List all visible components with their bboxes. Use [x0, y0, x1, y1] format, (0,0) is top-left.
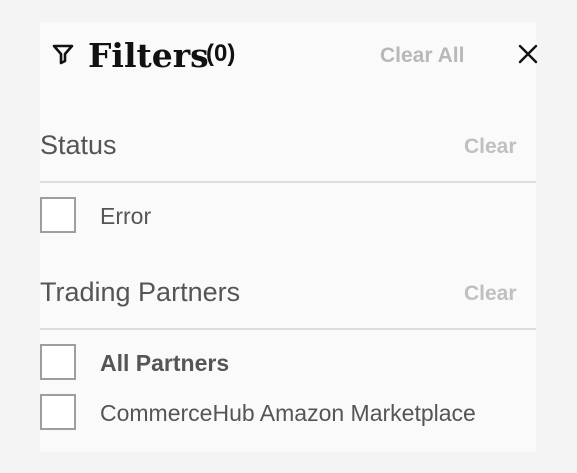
- clear-all-button[interactable]: Clear All: [380, 42, 464, 70]
- option-label-commercehub-amazon-marketplace: CommerceHub Amazon Marketplace: [100, 400, 476, 426]
- close-icon[interactable]: [516, 42, 540, 66]
- page-title: Filters: [88, 36, 209, 75]
- filters-header: Filters (0) Clear All: [52, 30, 552, 82]
- filters-panel: [40, 22, 536, 452]
- clear-status-button[interactable]: Clear: [464, 133, 517, 161]
- section-title-trading-partners: Trading Partners: [40, 277, 241, 307]
- section-title-status: Status: [40, 130, 117, 160]
- checkbox-all-partners[interactable]: [40, 344, 76, 380]
- checkbox-error[interactable]: [40, 197, 76, 233]
- option-label-all-partners: All Partners: [100, 350, 230, 376]
- section-divider: [40, 328, 536, 330]
- checkbox-commercehub-amazon-marketplace[interactable]: [40, 394, 76, 430]
- clear-trading-partners-button[interactable]: Clear: [464, 280, 517, 308]
- option-label-error: Error: [100, 203, 152, 229]
- filter-icon: [52, 43, 74, 65]
- filter-count: (0): [206, 40, 236, 67]
- section-divider: [40, 181, 536, 183]
